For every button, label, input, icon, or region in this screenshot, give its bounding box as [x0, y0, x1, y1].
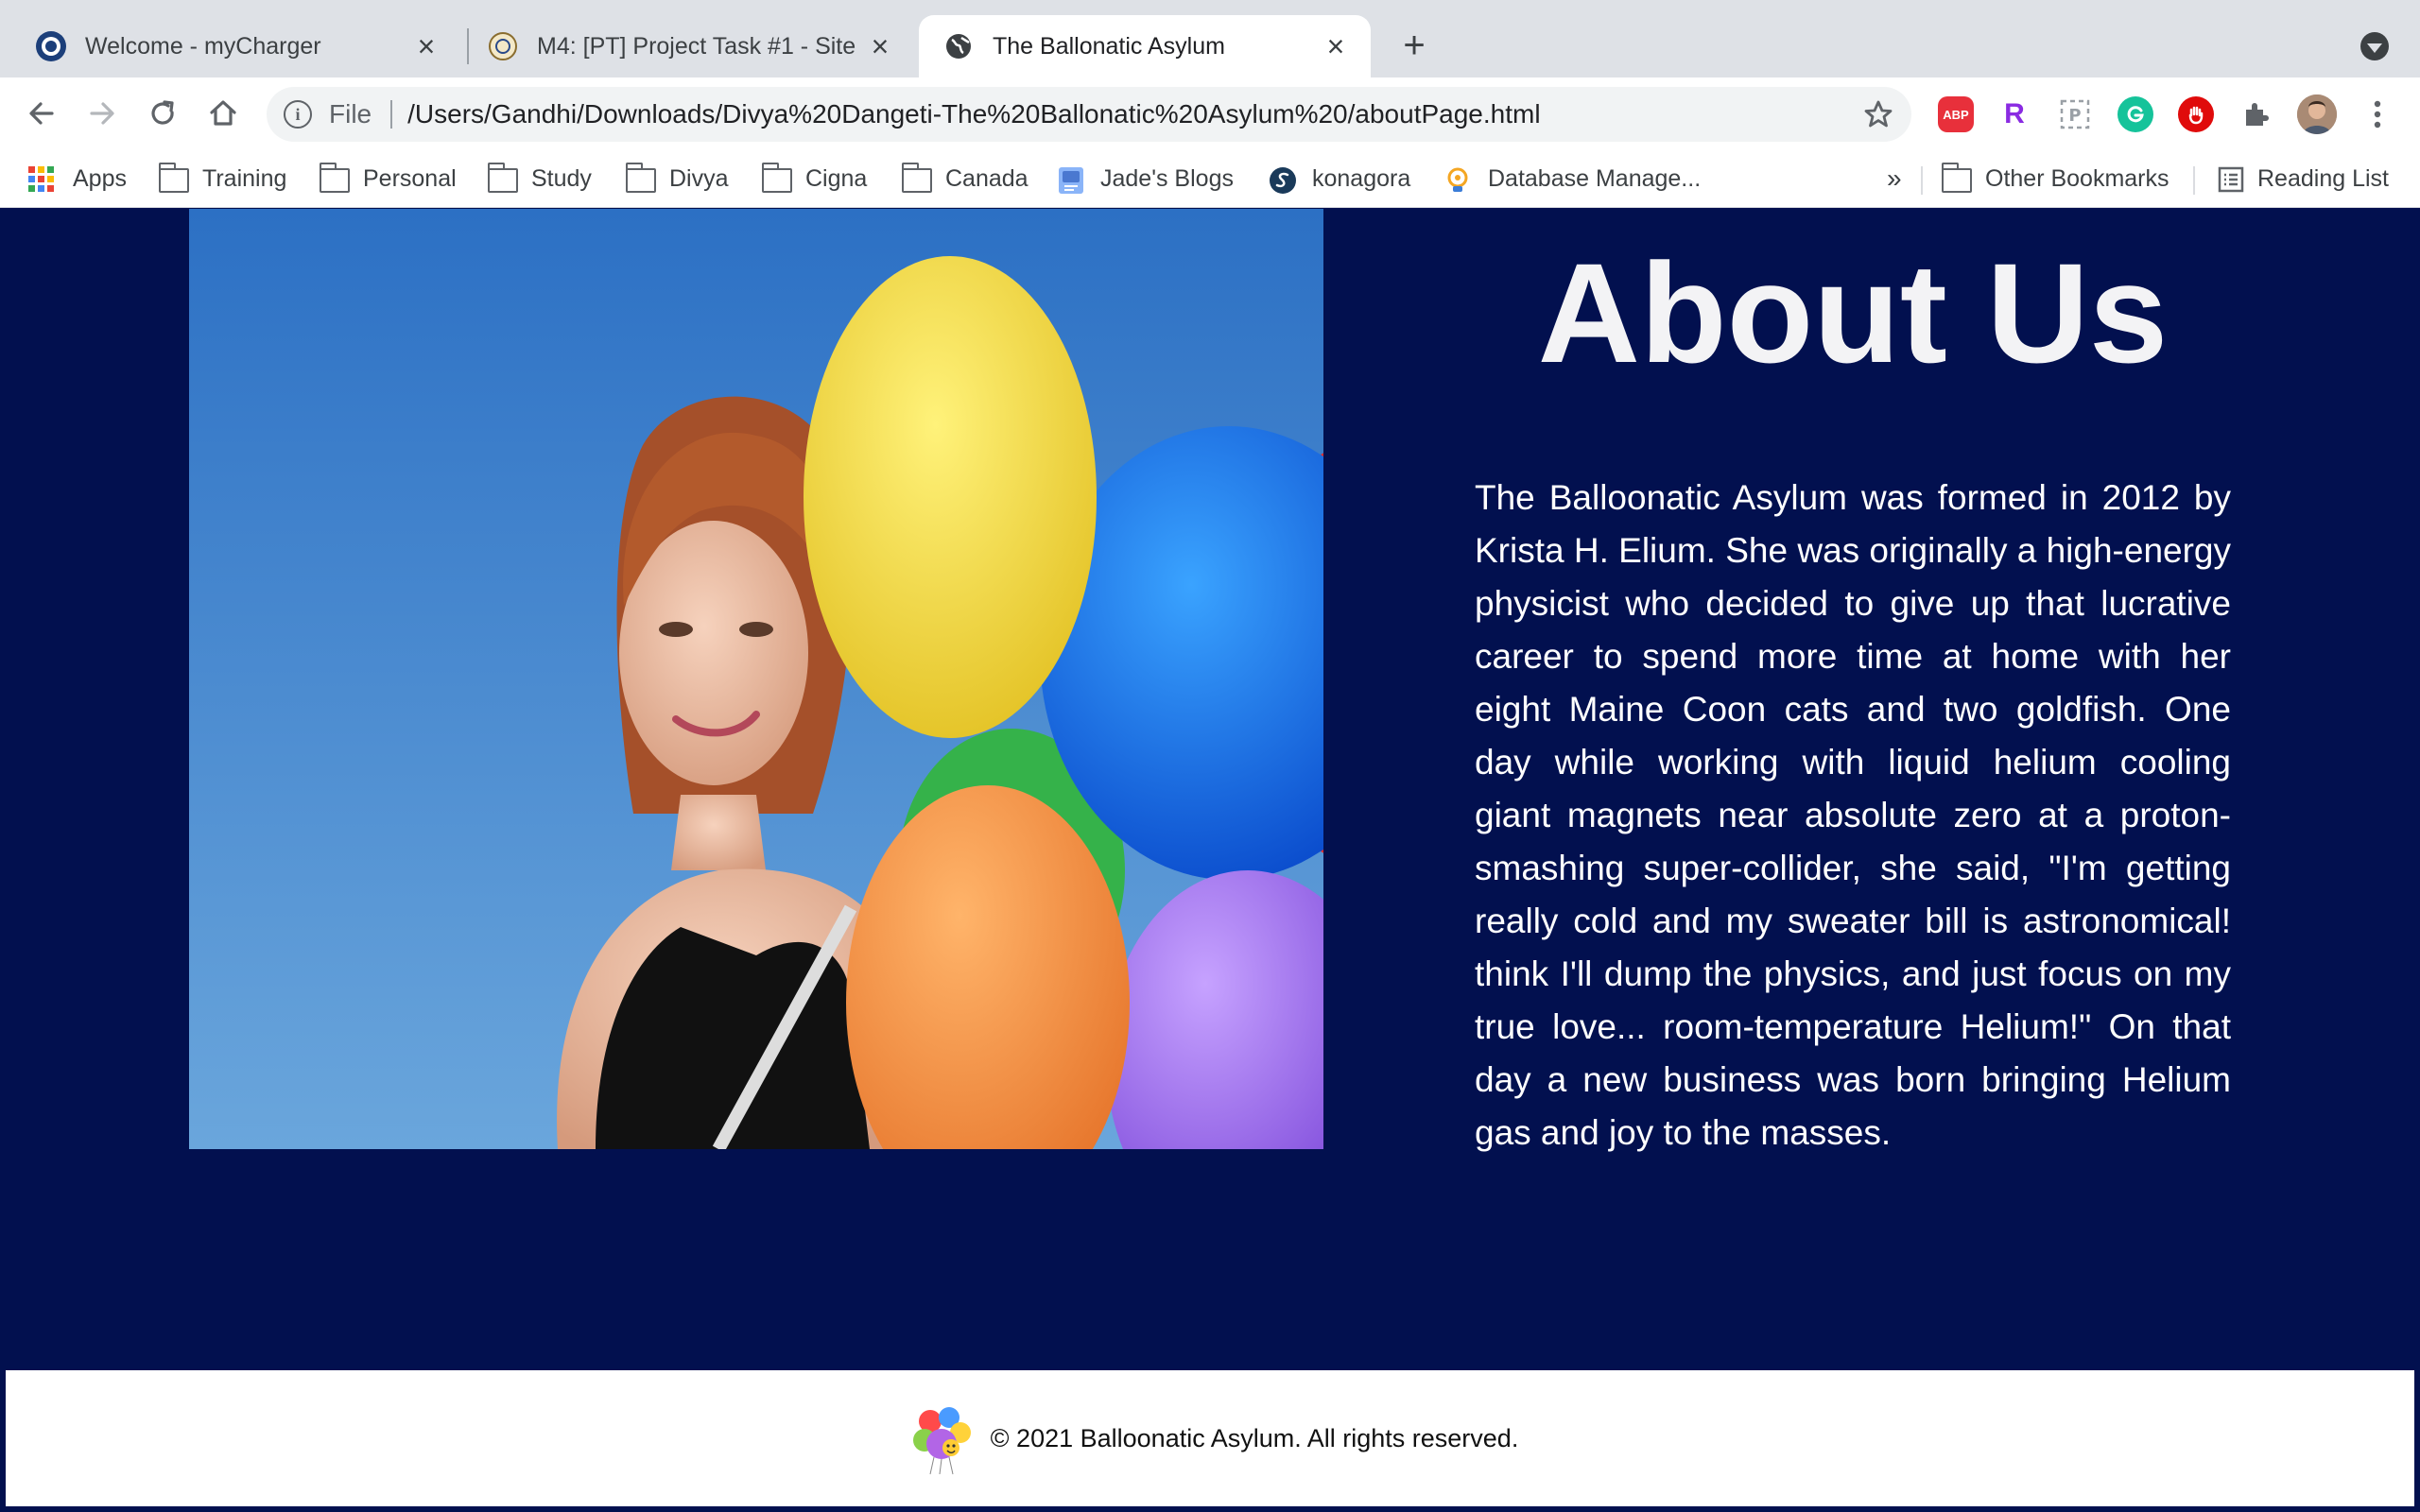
bookmark-label: Training: [202, 164, 287, 192]
bookmark-folder-divya[interactable]: Divya: [625, 163, 729, 195]
bookmarks-divider: [2193, 166, 2195, 195]
page-footer: © 2021 Balloonatic Asylum. All rights re…: [6, 1370, 2414, 1506]
r-extension-icon[interactable]: R: [1996, 96, 2032, 132]
bookmark-label: Reading List: [2257, 164, 2389, 192]
university-seal-icon: [488, 31, 518, 61]
folder-icon: [1941, 163, 1972, 193]
blog-page-icon: [1057, 166, 1087, 194]
puzzle-extensions-icon[interactable]: [2238, 96, 2274, 132]
reading-list-button[interactable]: Reading List: [2218, 163, 2389, 195]
close-tab-icon[interactable]: ×: [864, 29, 896, 63]
close-tab-icon[interactable]: ×: [410, 29, 442, 63]
woman-with-balloons-photo: [189, 209, 1323, 1149]
url-scheme-label: File: [329, 99, 372, 129]
url-text[interactable]: /Users/Gandhi/Downloads/Divya%20Dangeti-…: [407, 99, 1855, 129]
tab-mycharger[interactable]: Welcome - myCharger ×: [0, 15, 461, 77]
stop-hand-icon[interactable]: [2178, 96, 2214, 132]
bookmark-database-manage[interactable]: Database Manage...: [1444, 163, 1701, 195]
back-arrow-icon[interactable]: [21, 93, 62, 134]
svg-text:P: P: [2068, 106, 2081, 126]
folder-icon: [319, 163, 350, 193]
copyright-text: © 2021 Balloonatic Asylum. All rights re…: [990, 1423, 1519, 1452]
adblock-plus-icon[interactable]: ABP: [1938, 96, 1974, 132]
bookmark-apps[interactable]: Apps: [28, 163, 127, 195]
bookmark-star-icon[interactable]: [1855, 98, 1902, 130]
bookmark-jades-blogs[interactable]: Jade's Blogs: [1057, 163, 1234, 195]
bookmarks-divider: [1921, 166, 1923, 195]
folder-icon: [158, 163, 189, 193]
tab-project-task[interactable]: M4: [PT] Project Task #1 - Site ×: [452, 15, 915, 77]
tab-title: M4: [PT] Project Task #1 - Site: [537, 32, 856, 60]
bookmark-label: Canada: [945, 164, 1028, 192]
bookmark-label: Other Bookmarks: [1985, 164, 2169, 192]
page-title: About Us: [1537, 233, 2169, 392]
reading-list-icon: [2218, 166, 2244, 193]
bookmark-folder-training[interactable]: Training: [158, 163, 287, 195]
bookmark-label: Divya: [669, 164, 729, 192]
omnibox-divider: [390, 100, 393, 129]
site-info-icon[interactable]: i: [284, 100, 312, 129]
balloonatic-asylum-logo: [901, 1399, 981, 1478]
mycharger-seal-icon: [36, 31, 66, 61]
about-page: About Us The Balloonatic Asylum was form…: [0, 209, 2420, 1512]
folder-icon: [625, 163, 656, 193]
bookmarks-bar: Apps Training Personal Study Divya Cigna…: [0, 149, 2420, 208]
tab-title: Welcome - myCharger: [85, 32, 321, 60]
bookmark-folder-canada[interactable]: Canada: [901, 163, 1028, 195]
bookmark-label: Personal: [363, 164, 457, 192]
tab-ballonatic-asylum[interactable]: The Ballonatic Asylum ×: [919, 15, 1371, 77]
globe-icon: [943, 31, 974, 61]
konagora-logo-icon: [1269, 166, 1299, 194]
bookmark-folder-other-bookmarks[interactable]: Other Bookmarks: [1941, 163, 2169, 195]
screenshot-extension-icon[interactable]: P: [2057, 96, 2093, 132]
bookmark-label: konagora: [1312, 164, 1411, 192]
grammarly-icon[interactable]: [2118, 96, 2153, 132]
folder-icon: [901, 163, 932, 193]
reload-icon[interactable]: [142, 93, 183, 134]
new-tab-plus-icon[interactable]: +: [1395, 26, 1433, 64]
bookmark-label: Jade's Blogs: [1100, 164, 1234, 192]
overflow-label: »: [1887, 163, 1902, 193]
profile-avatar[interactable]: [2297, 94, 2337, 134]
browser-toolbar: i File /Users/Gandhi/Downloads/Divya%20D…: [0, 77, 2420, 149]
about-paragraph: The Balloonatic Asylum was formed in 201…: [1475, 478, 2231, 1152]
bookmark-label: Study: [531, 164, 592, 192]
bookmark-folder-study[interactable]: Study: [487, 163, 592, 195]
forward-arrow-icon[interactable]: [81, 93, 123, 134]
tab-title: The Ballonatic Asylum: [993, 32, 1225, 60]
tab-search-chevron-icon[interactable]: [2360, 32, 2389, 60]
close-tab-icon[interactable]: ×: [1320, 29, 1352, 63]
folder-icon: [761, 163, 792, 193]
bookmark-label: Cigna: [805, 164, 868, 192]
tab-strip: Welcome - myCharger × M4: [PT] Project T…: [0, 0, 2420, 77]
address-bar[interactable]: i File /Users/Gandhi/Downloads/Divya%20D…: [267, 87, 1911, 142]
bookmark-label: Database Manage...: [1488, 164, 1702, 192]
bookmarks-overflow-chevron[interactable]: »: [1887, 163, 1902, 195]
database-bulb-icon: [1444, 166, 1475, 192]
browser-menu-kebab-icon[interactable]: [2360, 96, 2395, 132]
apps-grid-icon: [28, 165, 54, 192]
folder-icon: [487, 163, 518, 193]
bookmark-label: Apps: [73, 164, 127, 192]
bookmark-folder-personal[interactable]: Personal: [319, 163, 457, 195]
home-icon[interactable]: [202, 93, 244, 134]
bookmark-konagora[interactable]: konagora: [1269, 163, 1410, 195]
bookmark-folder-cigna[interactable]: Cigna: [761, 163, 868, 195]
